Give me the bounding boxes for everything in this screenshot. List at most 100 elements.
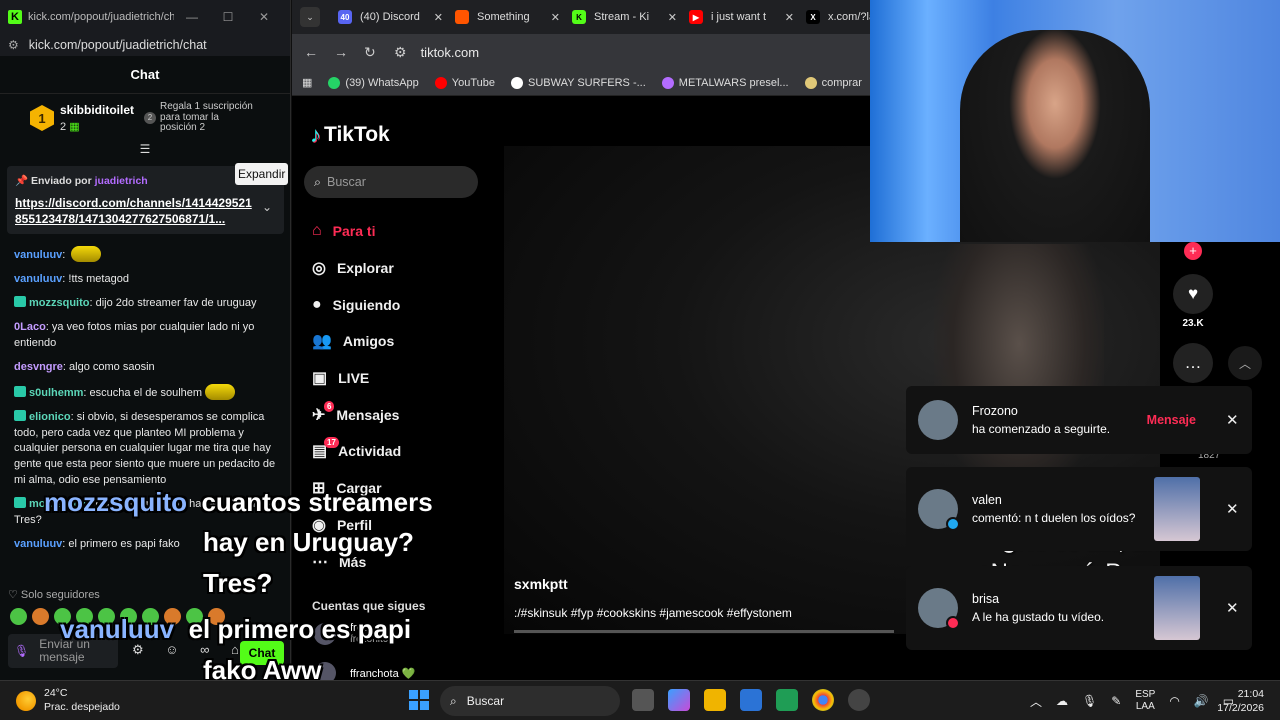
browser-tab[interactable]: ▶ i just want t ✕	[683, 10, 800, 24]
notification-card[interactable]: valen comentó: n t duelen los oídos? ✕	[906, 467, 1252, 551]
taskbar-search[interactable]: ⌕ Buscar	[440, 686, 620, 716]
chat-username[interactable]: vanuluuv	[14, 538, 62, 550]
tab-search-icon[interactable]: ⌄	[300, 7, 320, 27]
word-icon[interactable]	[740, 689, 762, 711]
chat-text: el primero es papi fako	[68, 538, 180, 551]
like-count: 23.K	[1182, 318, 1204, 329]
site-info-icon[interactable]: ⚙	[394, 44, 407, 61]
emote-icon[interactable]	[10, 608, 27, 625]
notification-user: brisa	[972, 591, 1000, 606]
notification-body: Frozono ha comenzado a seguirte.	[972, 403, 1147, 438]
bookmark[interactable]: SUBWAY SURFERS -...	[511, 76, 646, 89]
video-progress-bar[interactable]	[514, 630, 894, 633]
chat-username[interactable]: s0ulhemm	[29, 387, 83, 399]
comment-icon[interactable]: …	[1173, 343, 1213, 383]
tiktok-menu-item[interactable]: ◎ Explorar	[312, 250, 401, 287]
chevron-up-icon[interactable]: ︿	[1030, 693, 1042, 710]
bookmark[interactable]: (39) WhatsApp	[328, 76, 419, 89]
search-icon: ⌕	[314, 174, 322, 189]
like-icon[interactable]: ♥	[1173, 274, 1213, 314]
notification-card[interactable]: Frozono ha comenzado a seguirte. Mensaje ✕	[906, 386, 1252, 454]
bookmark-label: comprar	[821, 76, 862, 89]
message-button[interactable]: Mensaje	[1147, 413, 1196, 427]
chat-username[interactable]: elionico	[29, 411, 71, 423]
browser-tab[interactable]: Something ✕	[449, 10, 566, 24]
maximize-button[interactable]: ☐	[210, 10, 246, 24]
video-thumbnail[interactable]	[1154, 477, 1200, 541]
notification-card[interactable]: brisa A le ha gustado tu vídeo. ✕	[906, 566, 1252, 650]
follow-plus-icon[interactable]: +	[1184, 242, 1202, 260]
tiktok-menu-item[interactable]: 👥 Amigos	[312, 323, 401, 360]
tiktok-menu-item[interactable]: ⌂ Para ti	[312, 213, 401, 250]
chat-message: desvngre: algo como saosin	[14, 360, 155, 373]
bookmark[interactable]: comprar	[804, 76, 862, 89]
browser-tab[interactable]: K Stream - Ki ✕	[566, 10, 683, 24]
close-icon[interactable]: ✕	[1226, 599, 1240, 617]
tiktok-search-input[interactable]: ⌕ Buscar	[304, 166, 478, 198]
emote-icon[interactable]	[32, 608, 49, 625]
chevron-up-icon[interactable]: ︿	[1228, 346, 1262, 380]
subscriber-badge-icon	[14, 295, 26, 307]
tiktok-menu-item[interactable]: ▣ LIVE	[312, 360, 401, 397]
close-icon[interactable]: ✕	[1226, 500, 1240, 518]
avatar[interactable]	[918, 588, 960, 630]
reload-icon[interactable]: ↻	[364, 44, 394, 61]
site-settings-icon[interactable]: ⚙	[8, 38, 19, 52]
forward-icon[interactable]: →	[334, 44, 364, 60]
tts-overlay-1-line3: Tres?	[203, 568, 273, 598]
back-icon[interactable]: ←	[304, 44, 334, 60]
close-button[interactable]: ✕	[246, 10, 282, 24]
tab-favicon-icon: ▶	[689, 10, 703, 24]
close-tab-icon[interactable]: ✕	[551, 11, 560, 24]
video-thumbnail[interactable]	[1154, 576, 1200, 640]
chrome-icon[interactable]	[812, 689, 834, 711]
bookmark[interactable]: METALWARS presel...	[661, 76, 789, 89]
chat-username[interactable]: desvngre	[14, 361, 63, 373]
task-view-icon[interactable]	[632, 689, 654, 711]
close-icon[interactable]: ✕	[1226, 411, 1240, 429]
language-indicator[interactable]: ESP LAA	[1135, 689, 1155, 713]
chat-username[interactable]: 0Laco	[14, 321, 46, 333]
tiktok-menu-item[interactable]: ✈ 6 Mensajes	[312, 396, 401, 433]
bookmark[interactable]: YouTube	[434, 76, 495, 89]
tiktok-menu-item[interactable]: ● Siguiendo	[312, 286, 401, 323]
clock[interactable]: 21:04 17/2/2026	[1217, 687, 1264, 715]
pen-icon[interactable]: ✎	[1111, 694, 1121, 708]
gift-prompt[interactable]: 2 Regala 1 suscripción para tomar la pos…	[144, 102, 253, 134]
close-tab-icon[interactable]: ✕	[668, 11, 677, 24]
chat-text: dijo 2do streamer fav de uruguay	[95, 296, 257, 309]
microphone-icon[interactable]: 🎙	[14, 645, 29, 658]
pinned-link[interactable]: https://discord.com/channels/14144295218…	[15, 195, 255, 227]
video-author[interactable]: sxmkptt	[514, 576, 568, 592]
chat-username[interactable]: mozzsquito	[29, 297, 90, 309]
copilot-icon[interactable]	[668, 689, 690, 711]
chat-username[interactable]: vanuluuv	[14, 273, 62, 285]
minimize-button[interactable]: —	[174, 10, 210, 24]
cloud-icon[interactable]: ☁	[1056, 694, 1068, 708]
apps-grid-icon[interactable]: ▦	[302, 76, 312, 89]
volume-icon[interactable]: 🔊	[1194, 694, 1209, 708]
menu-label: LIVE	[338, 370, 370, 387]
close-tab-icon[interactable]: ✕	[434, 11, 443, 24]
leader-name[interactable]: skibbiditoilet	[60, 103, 134, 117]
weather-widget[interactable]: 24°C Prac. despejado	[16, 687, 120, 714]
close-tab-icon[interactable]: ✕	[785, 11, 794, 24]
tab-title: Something	[477, 11, 530, 23]
tiktok-menu-item[interactable]: ▤ 17 Actividad	[312, 433, 401, 470]
url-field[interactable]: tiktok.com	[421, 45, 480, 60]
file-explorer-icon[interactable]	[704, 689, 726, 711]
menu-icon: ◎	[312, 260, 326, 278]
avatar[interactable]	[918, 489, 960, 531]
chat-username[interactable]: vanuluuv	[14, 249, 62, 261]
browser-tab[interactable]: 40 (40) Discord ✕	[332, 10, 449, 24]
chat-filter-icon[interactable]: ☰	[0, 142, 290, 158]
wifi-icon[interactable]: ◠	[1169, 694, 1179, 708]
pinned-sender[interactable]: juadietrich	[95, 175, 148, 187]
tiktok-logo[interactable]: ♪ TikTok	[310, 122, 390, 148]
chevron-down-icon[interactable]: ⌄	[262, 200, 272, 214]
microphone-icon[interactable]: 🎙	[1082, 694, 1097, 708]
start-button[interactable]	[409, 690, 429, 710]
avatar[interactable]	[918, 400, 958, 440]
excel-icon[interactable]	[776, 689, 798, 711]
app-icon[interactable]	[848, 689, 870, 711]
